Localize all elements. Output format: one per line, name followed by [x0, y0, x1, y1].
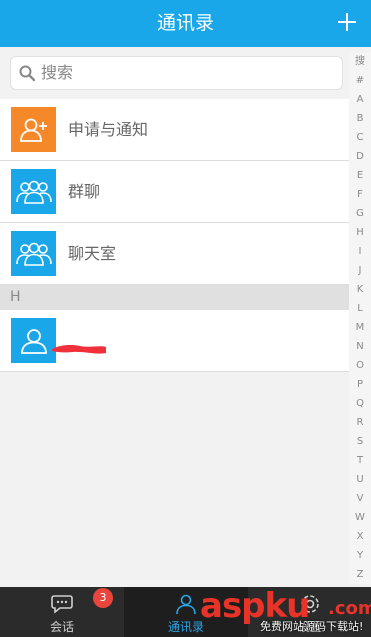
index-letter[interactable]: 搜: [349, 52, 371, 71]
list-item-requests[interactable]: 申请与通知: [0, 99, 349, 161]
index-letter[interactable]: P: [349, 375, 371, 394]
index-letter[interactable]: #: [349, 71, 371, 90]
index-letter[interactable]: T: [349, 451, 371, 470]
index-letter[interactable]: F: [349, 185, 371, 204]
index-letter[interactable]: W: [349, 508, 371, 527]
settings-icon: [301, 595, 319, 613]
index-letter[interactable]: O: [349, 356, 371, 375]
index-letter[interactable]: Q: [349, 394, 371, 413]
search-icon: [19, 65, 35, 81]
search-input[interactable]: 搜索: [10, 56, 343, 90]
contacts-icon: [176, 594, 196, 615]
index-letter[interactable]: M: [349, 318, 371, 337]
index-letter[interactable]: L: [349, 299, 371, 318]
index-letter[interactable]: N: [349, 337, 371, 356]
alphabet-index[interactable]: 搜 # A B C D E F G H I J K L M N O P Q R …: [349, 52, 371, 584]
list-item-label: 申请与通知: [68, 120, 149, 139]
search-area: 搜索: [0, 47, 349, 99]
index-letter[interactable]: S: [349, 432, 371, 451]
index-letter[interactable]: C: [349, 128, 371, 147]
index-letter[interactable]: G: [349, 204, 371, 223]
index-letter[interactable]: Z: [349, 565, 371, 584]
section-header: H: [0, 285, 349, 310]
tab-settings[interactable]: 设置: [248, 587, 371, 637]
tab-conversations[interactable]: 3 会话: [0, 587, 124, 637]
index-letter[interactable]: U: [349, 470, 371, 489]
index-letter[interactable]: I: [349, 242, 371, 261]
group-icon: [11, 231, 56, 276]
index-letter[interactable]: B: [349, 109, 371, 128]
redacted-contact-name: [52, 345, 106, 354]
index-letter[interactable]: R: [349, 413, 371, 432]
index-letter[interactable]: X: [349, 527, 371, 546]
list-item-label: 群聊: [68, 182, 101, 201]
add-person-icon: [11, 107, 56, 152]
index-letter[interactable]: Y: [349, 546, 371, 565]
title-bar: 通讯录: [0, 0, 371, 47]
index-letter[interactable]: K: [349, 280, 371, 299]
add-icon[interactable]: [337, 12, 357, 32]
list-item-group-chats[interactable]: 群聊: [0, 161, 349, 223]
bottom-tab-bar: 3 会话 通讯录 设置: [0, 587, 371, 637]
list-item-label: 聊天室: [68, 244, 117, 263]
index-letter[interactable]: A: [349, 90, 371, 109]
index-letter[interactable]: D: [349, 147, 371, 166]
page-title: 通讯录: [156, 12, 214, 34]
group-icon: [11, 169, 56, 214]
index-letter[interactable]: H: [349, 223, 371, 242]
tab-label: 设置: [297, 620, 322, 634]
chat-icon: [51, 595, 73, 614]
search-placeholder: 搜索: [41, 63, 74, 82]
tab-contacts[interactable]: 通讯录: [124, 587, 248, 637]
list-item-chat-rooms[interactable]: 聊天室: [0, 223, 349, 285]
tab-label: 会话: [49, 620, 74, 634]
unread-badge: 3: [93, 588, 113, 608]
index-letter[interactable]: E: [349, 166, 371, 185]
index-letter[interactable]: J: [349, 261, 371, 280]
index-letter[interactable]: V: [349, 489, 371, 508]
tab-label: 通讯录: [167, 620, 204, 634]
contact-list: 申请与通知 群聊 聊天室 H: [0, 99, 349, 372]
